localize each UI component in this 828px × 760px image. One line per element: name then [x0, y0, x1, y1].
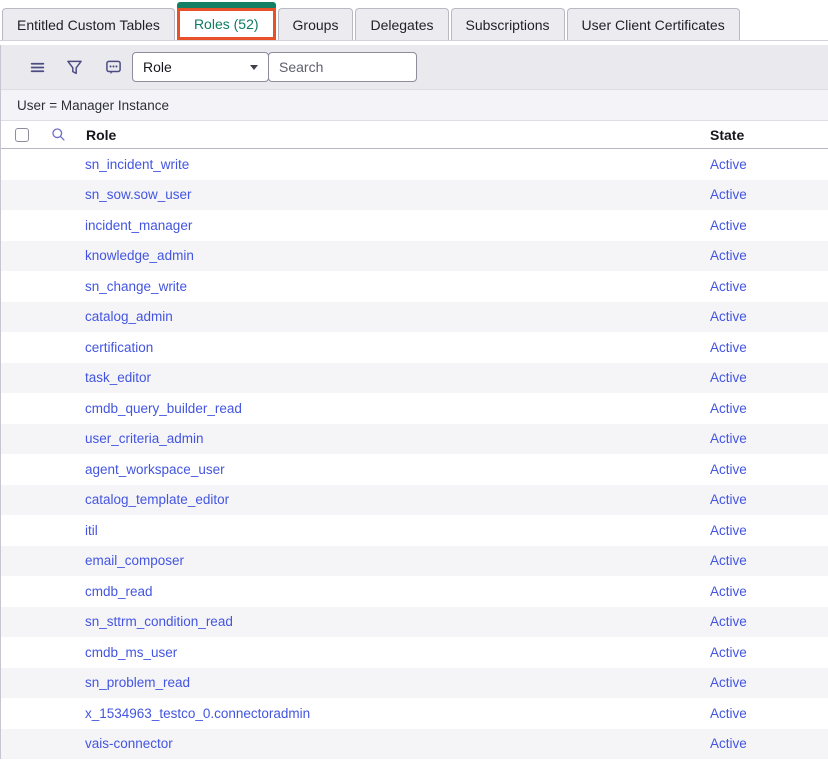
- role-link[interactable]: cmdb_read: [1, 584, 710, 599]
- state-link[interactable]: Active: [710, 157, 828, 172]
- role-link[interactable]: catalog_template_editor: [1, 492, 710, 507]
- role-link[interactable]: sn_change_write: [1, 279, 710, 294]
- select-all-checkbox[interactable]: [15, 128, 29, 142]
- state-link[interactable]: Active: [710, 218, 828, 233]
- tab-label: User Client Certificates: [582, 17, 725, 33]
- active-tab-indicator: [177, 2, 276, 8]
- column-header-role[interactable]: Role: [86, 127, 710, 143]
- table-row: email_composerActive: [1, 546, 828, 577]
- table-row: sn_incident_writeActive: [1, 149, 828, 180]
- role-link[interactable]: cmdb_query_builder_read: [1, 401, 710, 416]
- state-link[interactable]: Active: [710, 248, 828, 263]
- role-link[interactable]: agent_workspace_user: [1, 462, 710, 477]
- menu-icon: [29, 59, 46, 76]
- tab-entitled-custom-tables[interactable]: Entitled Custom Tables: [2, 8, 175, 40]
- state-link[interactable]: Active: [710, 706, 828, 721]
- role-link[interactable]: sn_problem_read: [1, 675, 710, 690]
- state-link[interactable]: Active: [710, 462, 828, 477]
- table-row: cmdb_query_builder_readActive: [1, 393, 828, 424]
- table-row: agent_workspace_userActive: [1, 454, 828, 485]
- role-link[interactable]: catalog_admin: [1, 309, 710, 324]
- role-link[interactable]: sn_incident_write: [1, 157, 710, 172]
- role-link[interactable]: incident_manager: [1, 218, 710, 233]
- table-row: vais-connectorActive: [1, 729, 828, 760]
- list-menu-icon[interactable]: [29, 59, 46, 76]
- tab-bar: Entitled Custom Tables Roles (52) Groups De…: [0, 0, 828, 41]
- state-link[interactable]: Active: [710, 340, 828, 355]
- tab-label: Delegates: [370, 17, 433, 33]
- table-row: catalog_template_editorActive: [1, 485, 828, 516]
- role-link[interactable]: user_criteria_admin: [1, 431, 710, 446]
- search-icon[interactable]: [51, 127, 66, 142]
- role-link[interactable]: cmdb_ms_user: [1, 645, 710, 660]
- state-link[interactable]: Active: [710, 523, 828, 538]
- tab-label: Subscriptions: [466, 17, 550, 33]
- role-link[interactable]: knowledge_admin: [1, 248, 710, 263]
- column-header-state[interactable]: State: [710, 127, 828, 143]
- table-row: cmdb_readActive: [1, 576, 828, 607]
- tab-roles-52[interactable]: Roles (52): [177, 8, 276, 40]
- table-row: catalog_adminActive: [1, 302, 828, 333]
- table-row: itilActive: [1, 515, 828, 546]
- role-link[interactable]: x_1534963_testco_0.connectoradmin: [1, 706, 710, 721]
- table-row: sn_sow.sow_userActive: [1, 180, 828, 211]
- search-input[interactable]: [268, 52, 417, 82]
- tab-label: Roles (52): [194, 16, 259, 32]
- role-link[interactable]: email_composer: [1, 553, 710, 568]
- state-link[interactable]: Active: [710, 279, 828, 294]
- entitlements-panel: Entitled Custom Tables Roles (52) Groups De…: [0, 0, 828, 760]
- chevron-down-icon: [250, 65, 258, 70]
- tab-label: Entitled Custom Tables: [17, 17, 160, 33]
- state-link[interactable]: Active: [710, 401, 828, 416]
- table-row: knowledge_adminActive: [1, 241, 828, 272]
- tab-delegates[interactable]: Delegates: [355, 8, 448, 40]
- tab-user-client-certificates[interactable]: User Client Certificates: [567, 8, 740, 40]
- search-field-selector-value: Role: [143, 59, 172, 75]
- table-row: certificationActive: [1, 332, 828, 363]
- role-link[interactable]: sn_sow.sow_user: [1, 187, 710, 202]
- filter-icon: [66, 59, 83, 76]
- tab-subscriptions[interactable]: Subscriptions: [451, 8, 565, 40]
- table-row: cmdb_ms_userActive: [1, 637, 828, 668]
- table-body: sn_incident_writeActivesn_sow.sow_userAc…: [1, 149, 828, 759]
- table-row: incident_managerActive: [1, 210, 828, 241]
- state-link[interactable]: Active: [710, 187, 828, 202]
- tab-groups[interactable]: Groups: [278, 8, 354, 40]
- state-link[interactable]: Active: [710, 645, 828, 660]
- state-link[interactable]: Active: [710, 492, 828, 507]
- roles-tab-content: Role User = Manager Instance Role State …: [0, 45, 828, 759]
- role-link[interactable]: sn_sttrm_condition_read: [1, 614, 710, 629]
- filter-button[interactable]: [66, 59, 83, 76]
- role-link[interactable]: vais-connector: [1, 736, 710, 751]
- tab-label: Groups: [293, 17, 339, 33]
- state-link[interactable]: Active: [710, 431, 828, 446]
- table-row: sn_sttrm_condition_readActive: [1, 607, 828, 638]
- state-link[interactable]: Active: [710, 553, 828, 568]
- role-link[interactable]: itil: [1, 523, 710, 538]
- search-field-selector[interactable]: Role: [132, 52, 269, 82]
- chat-button[interactable]: [105, 59, 122, 76]
- list-toolbar: Role: [1, 45, 828, 89]
- breadcrumb-condition[interactable]: User = Manager Instance: [17, 98, 169, 113]
- chat-icon: [105, 59, 122, 76]
- table-row: user_criteria_adminActive: [1, 424, 828, 455]
- table-row: x_1534963_testco_0.connectoradminActive: [1, 698, 828, 729]
- state-link[interactable]: Active: [710, 614, 828, 629]
- table-row: task_editorActive: [1, 363, 828, 394]
- state-link[interactable]: Active: [710, 675, 828, 690]
- role-link[interactable]: certification: [1, 340, 710, 355]
- table-row: sn_problem_readActive: [1, 668, 828, 699]
- breadcrumb: User = Manager Instance: [1, 89, 828, 121]
- role-link[interactable]: task_editor: [1, 370, 710, 385]
- state-link[interactable]: Active: [710, 309, 828, 324]
- table-header: Role State: [1, 121, 828, 149]
- state-link[interactable]: Active: [710, 370, 828, 385]
- state-link[interactable]: Active: [710, 584, 828, 599]
- state-link[interactable]: Active: [710, 736, 828, 751]
- table-row: sn_change_writeActive: [1, 271, 828, 302]
